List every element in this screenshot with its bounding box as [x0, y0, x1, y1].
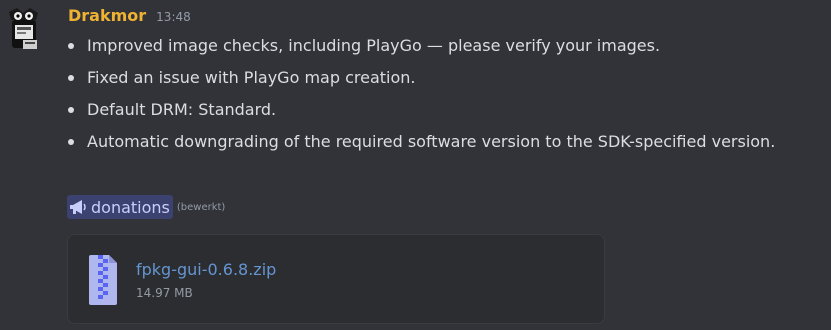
attachment-file-size: 14.97 MB	[136, 286, 193, 300]
channel-row: donations (bewerkt)	[67, 195, 225, 219]
username[interactable]: Drakmor	[68, 6, 146, 25]
bullet-icon	[68, 107, 74, 113]
file-attachment: fpkg-gui-0.6.8.zip 14.97 MB	[67, 234, 605, 324]
avatar-icon	[9, 8, 38, 49]
channel-mention[interactable]: donations	[67, 195, 173, 219]
attachment-file-link[interactable]: fpkg-gui-0.6.8.zip	[136, 260, 276, 279]
message-header: Drakmor 13:48	[68, 6, 191, 25]
list-item: Improved image checks, including PlayGo …	[68, 34, 775, 66]
bullet-text: Fixed an issue with PlayGo map creation.	[87, 68, 416, 87]
list-item: Fixed an issue with PlayGo map creation.	[68, 66, 775, 98]
timestamp[interactable]: 13:48	[156, 10, 191, 24]
list-item: Automatic downgrading of the required so…	[68, 130, 775, 162]
bullet-icon	[68, 43, 74, 49]
list-item: Default DRM: Standard.	[68, 98, 775, 130]
megaphone-icon	[70, 200, 86, 214]
bullet-text: Improved image checks, including PlayGo …	[87, 36, 661, 55]
bullet-text: Automatic downgrading of the required so…	[87, 132, 776, 151]
bullet-icon	[68, 139, 74, 145]
zip-file-icon	[89, 255, 117, 305]
avatar[interactable]	[3, 6, 43, 50]
bullet-text: Default DRM: Standard.	[87, 100, 277, 119]
channel-mention-label: donations	[91, 197, 170, 217]
bullet-icon	[68, 75, 74, 81]
message-bullet-list: Improved image checks, including PlayGo …	[68, 34, 775, 162]
edited-label: (bewerkt)	[176, 201, 226, 213]
